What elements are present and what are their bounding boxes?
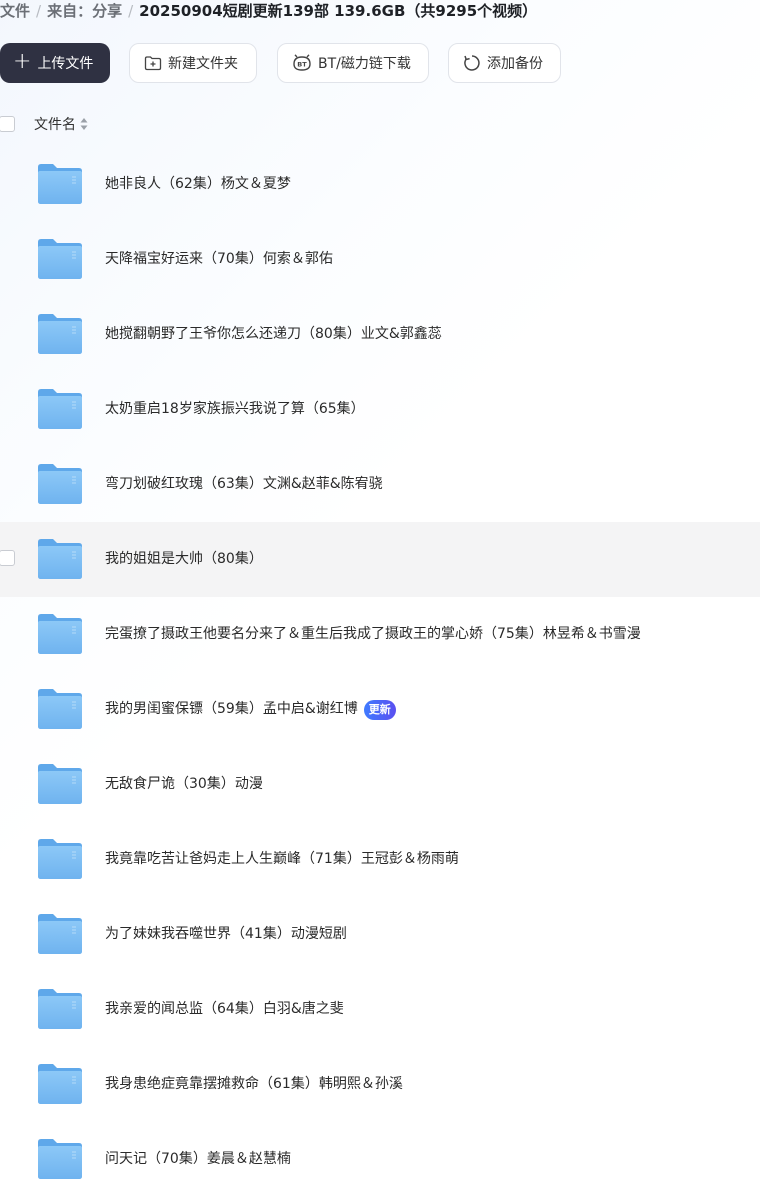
folder-plus-icon [144,55,162,71]
file-name-text: 我身患绝症竟靠摆摊救命（61集）韩明熙＆孙溪 [105,1076,403,1092]
file-name-text: 太奶重启18岁家族振兴我说了算（65集） [105,401,365,417]
file-name[interactable]: 我的男闺蜜保镖（59集）孟中启&谢红博 更新 [105,672,396,747]
file-name-text: 无敌食尸诡（30集）动漫 [105,776,263,792]
file-name[interactable]: 我身患绝症竟靠摆摊救命（61集）韩明熙＆孙溪 [105,1047,403,1122]
bt-download-button-label: BT/磁力链下载 [318,56,411,72]
bt-download-button[interactable]: BT BT/磁力链下载 [277,43,429,83]
file-name[interactable]: 为了妹妹我吞噬世界（41集）动漫短剧 [105,897,347,972]
table-row[interactable]: 我竟靠吃苦让爸妈走上人生巅峰（71集）王冠彭＆杨雨萌 [0,822,760,897]
folder-icon[interactable] [37,238,83,280]
upload-button[interactable]: + 上传文件 [0,43,110,83]
table-row[interactable]: 她非良人（62集）杨文＆夏梦 [0,147,760,222]
breadcrumb-separator: / [128,2,134,20]
table-row[interactable]: 天降福宝好运来（70集）何索＆郭佑 [0,222,760,297]
file-name[interactable]: 我的姐姐是大帅（80集） [105,522,263,597]
toolbar: + 上传文件 新建文件夹 BT BT/磁力链下载 添加备份 [0,43,561,83]
file-manager-page: 文件 / 来自：分享 / 20250904短剧更新139部 139.6GB（共9295个… [0,0,760,1198]
breadcrumb-current: 20250904短剧更新139部 139.6GB（共9295个视频） [139,2,538,20]
folder-icon[interactable] [37,163,83,205]
file-name[interactable]: 弯刀划破红玫瑰（63集）文渊&赵菲&陈宥骁 [105,447,383,522]
table-row[interactable]: 无敌食尸诡（30集）动漫 [0,747,760,822]
folder-icon[interactable] [37,688,83,730]
file-name[interactable]: 完蛋撩了摄政王他要名分来了＆重生后我成了摄政王的掌心娇（75集）林昱希＆书雪漫 [105,597,641,672]
folder-icon[interactable] [37,388,83,430]
breadcrumb-source[interactable]: 来自：分享 [47,2,122,20]
table-row[interactable]: 弯刀划破红玫瑰（63集）文渊&赵菲&陈宥骁 [0,447,760,522]
file-name[interactable]: 无敌食尸诡（30集）动漫 [105,747,263,822]
upload-button-label: 上传文件 [37,56,94,72]
file-name[interactable]: 天降福宝好运来（70集）何索＆郭佑 [105,222,333,297]
file-name-text: 天降福宝好运来（70集）何索＆郭佑 [105,251,333,267]
add-backup-button[interactable]: 添加备份 [448,43,561,83]
file-list: 她非良人（62集）杨文＆夏梦天降福宝好运来（70集）何索＆郭佑她搅翻朝野了王爷你… [0,147,760,1197]
row-checkbox[interactable] [0,550,15,566]
table-row[interactable]: 我身患绝症竟靠摆摊救命（61集）韩明熙＆孙溪 [0,1047,760,1122]
update-badge: 更新 [363,699,396,720]
table-row[interactable]: 太奶重启18岁家族振兴我说了算（65集） [0,372,760,447]
table-row[interactable]: 为了妹妹我吞噬世界（41集）动漫短剧 [0,897,760,972]
folder-icon[interactable] [37,1063,83,1105]
svg-text:BT: BT [297,61,307,69]
file-name[interactable]: 我竟靠吃苦让爸妈走上人生巅峰（71集）王冠彭＆杨雨萌 [105,822,459,897]
breadcrumb-root[interactable]: 文件 [0,2,30,20]
new-folder-button-label: 新建文件夹 [168,56,238,72]
select-all-checkbox[interactable] [0,116,15,132]
file-name-text: 我竟靠吃苦让爸妈走上人生巅峰（71集）王冠彭＆杨雨萌 [105,851,459,867]
new-folder-button[interactable]: 新建文件夹 [129,43,257,83]
folder-icon[interactable] [37,763,83,805]
refresh-icon [463,54,481,72]
table-row[interactable]: 我亲爱的闻总监（64集）白羽&唐之斐 [0,972,760,1047]
sort-icon[interactable] [80,117,88,131]
breadcrumb-separator: / [36,2,42,20]
table-header: 文件名 [0,110,760,138]
breadcrumb: 文件 / 来自：分享 / 20250904短剧更新139部 139.6GB（共9295个… [0,0,537,22]
folder-icon[interactable] [37,463,83,505]
table-row[interactable]: 她搅翻朝野了王爷你怎么还递刀（80集）业文&郭鑫蕊 [0,297,760,372]
file-name-text: 完蛋撩了摄政王他要名分来了＆重生后我成了摄政王的掌心娇（75集）林昱希＆书雪漫 [105,626,641,642]
file-name-text: 问天记（70集）姜晨＆赵慧楠 [105,1151,291,1167]
file-name-text: 她非良人（62集）杨文＆夏梦 [105,176,291,192]
file-name-text: 我的男闺蜜保镖（59集）孟中启&谢红博 [105,701,358,717]
file-name[interactable]: 她搅翻朝野了王爷你怎么还递刀（80集）业文&郭鑫蕊 [105,297,442,372]
file-name[interactable]: 太奶重启18岁家族振兴我说了算（65集） [105,372,365,447]
file-name-text: 我亲爱的闻总监（64集）白羽&唐之斐 [105,1001,344,1017]
file-name[interactable]: 问天记（70集）姜晨＆赵慧楠 [105,1122,291,1197]
column-header-label: 文件名 [34,117,76,133]
folder-icon[interactable] [37,838,83,880]
folder-icon[interactable] [37,1138,83,1180]
table-row[interactable]: 完蛋撩了摄政王他要名分来了＆重生后我成了摄政王的掌心娇（75集）林昱希＆书雪漫 [0,597,760,672]
folder-icon[interactable] [37,613,83,655]
table-row[interactable]: 我的姐姐是大帅（80集） [0,522,760,597]
column-header-name[interactable]: 文件名 [34,114,88,134]
file-name[interactable]: 我亲爱的闻总监（64集）白羽&唐之斐 [105,972,344,1047]
file-name-text: 为了妹妹我吞噬世界（41集）动漫短剧 [105,926,347,942]
bt-magnet-icon: BT [292,54,312,72]
file-name-text: 我的姐姐是大帅（80集） [105,551,263,567]
file-name-text: 弯刀划破红玫瑰（63集）文渊&赵菲&陈宥骁 [105,476,383,492]
file-name[interactable]: 她非良人（62集）杨文＆夏梦 [105,147,291,222]
table-row[interactable]: 问天记（70集）姜晨＆赵慧楠 [0,1122,760,1197]
folder-icon[interactable] [37,913,83,955]
folder-icon[interactable] [37,538,83,580]
folder-icon[interactable] [37,313,83,355]
table-row[interactable]: 我的男闺蜜保镖（59集）孟中启&谢红博 更新 [0,672,760,747]
file-name-text: 她搅翻朝野了王爷你怎么还递刀（80集）业文&郭鑫蕊 [105,326,442,342]
add-backup-button-label: 添加备份 [487,56,543,72]
plus-icon: + [13,49,32,74]
folder-icon[interactable] [37,988,83,1030]
